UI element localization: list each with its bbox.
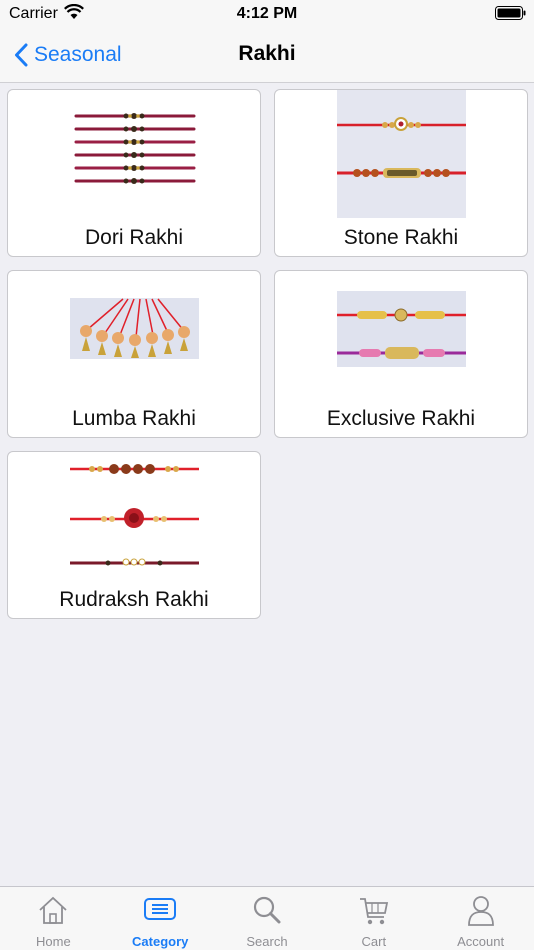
tab-label: Category (132, 934, 189, 949)
page-title: Rakhi (238, 42, 296, 65)
tab-bar: Home Category Search Cart Account (0, 886, 534, 950)
tab-category[interactable]: Category (107, 887, 214, 950)
status-time: 4:12 PM (236, 5, 298, 22)
tab-label: Search (246, 934, 288, 949)
category-icon (144, 898, 177, 920)
search-icon (253, 896, 281, 924)
stone-rakhi-image (337, 90, 466, 218)
home-icon (39, 896, 68, 924)
lumba-rakhi-image (70, 298, 199, 359)
category-card-lumba-rakhi[interactable]: Lumba Rakhi (7, 270, 261, 438)
category-label: Exclusive Rakhi (326, 407, 476, 430)
navigation-bar: Seasonal Rakhi (0, 28, 534, 83)
tab-label: Account (457, 934, 505, 949)
tab-label: Cart (361, 934, 387, 949)
tab-home[interactable]: Home (0, 887, 107, 950)
category-label: Dori Rakhi (84, 226, 184, 249)
category-card-dori-rakhi[interactable]: Dori Rakhi (7, 89, 261, 257)
category-label: Stone Rakhi (343, 226, 459, 249)
exclusive-rakhi-image (337, 291, 466, 367)
tab-cart[interactable]: Cart (320, 887, 427, 950)
category-card-exclusive-rakhi[interactable]: Exclusive Rakhi (274, 270, 528, 438)
category-card-rudraksh-rakhi[interactable]: Rudraksh Rakhi (7, 451, 261, 619)
tab-account[interactable]: Account (427, 887, 534, 950)
tab-label: Home (36, 934, 71, 949)
status-bar: Carrier 4:12 PM (0, 0, 534, 28)
category-label: Rudraksh Rakhi (59, 588, 209, 611)
battery-icon (495, 6, 526, 20)
cart-icon (359, 898, 388, 925)
tab-search[interactable]: Search (214, 887, 321, 950)
dori-rakhi-image (74, 113, 196, 184)
category-card-stone-rakhi[interactable]: Stone Rakhi (274, 89, 528, 257)
category-grid: Dori Rakhi Stone Rakhi Lumba Rakhi Exclu… (7, 89, 528, 619)
category-label: Lumba Rakhi (72, 407, 196, 430)
account-icon (467, 896, 494, 926)
rudraksh-rakhi-image (70, 464, 199, 566)
